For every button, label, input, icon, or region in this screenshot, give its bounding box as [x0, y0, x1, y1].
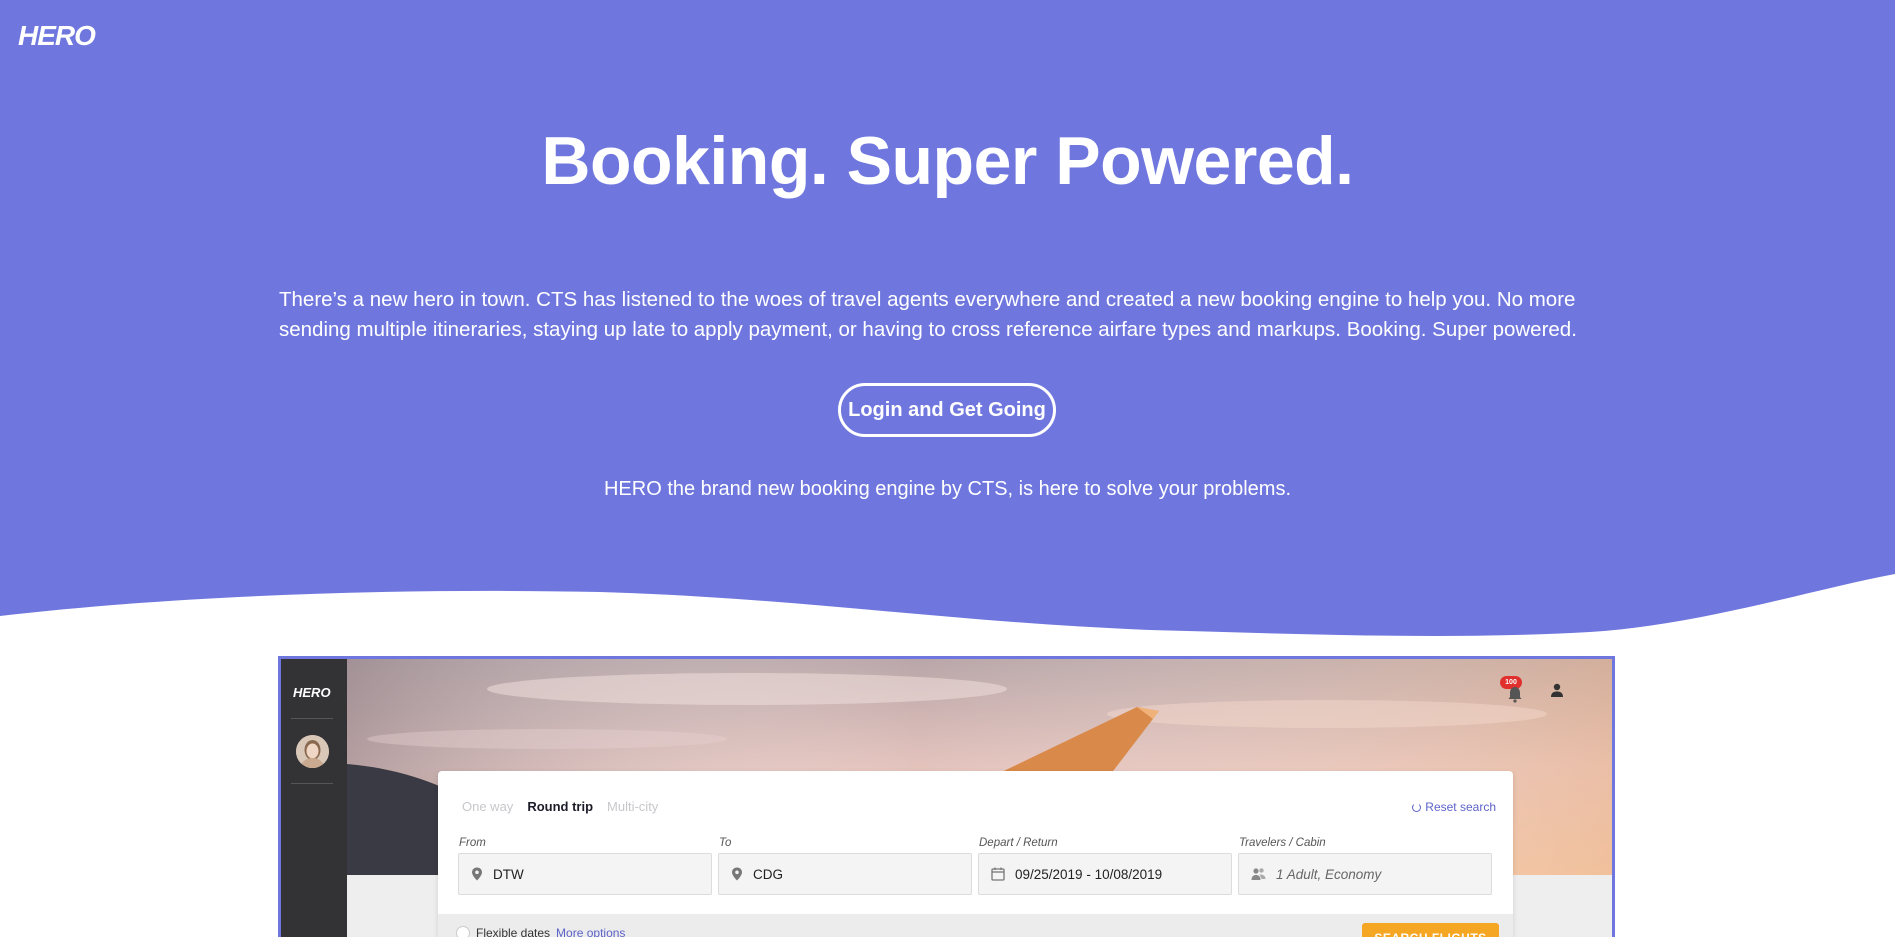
- tab-one-way[interactable]: One way: [462, 799, 513, 814]
- flexible-dates-label: Flexible dates: [476, 926, 551, 937]
- sidebar-divider: [291, 718, 333, 719]
- flight-search-card: One way Round trip Multi-city Reset sear…: [438, 771, 1513, 937]
- from-value: DTW: [493, 866, 524, 882]
- avatar[interactable]: [296, 735, 329, 768]
- bell-icon[interactable]: [1505, 684, 1525, 704]
- tab-round-trip[interactable]: Round trip: [527, 799, 593, 814]
- refresh-icon: [1412, 802, 1422, 812]
- avatar-icon: [296, 735, 329, 768]
- hero-logo[interactable]: HERO: [16, 20, 118, 51]
- calendar-icon: [991, 867, 1005, 881]
- trip-type-tabs: One way Round trip Multi-city: [462, 799, 658, 814]
- to-label: To: [719, 837, 732, 849]
- tab-multi-city[interactable]: Multi-city: [607, 799, 658, 814]
- hero-logo-icon: HERO: [18, 20, 97, 51]
- user-icon[interactable]: [1549, 682, 1565, 698]
- flexible-dates-checkbox[interactable]: [456, 926, 470, 937]
- to-field[interactable]: CDG: [718, 853, 972, 895]
- travelers-icon: [1251, 868, 1266, 880]
- page-headline: Booking. Super Powered.: [541, 123, 1354, 199]
- travelers-label: Travelers / Cabin: [1239, 837, 1326, 849]
- search-flights-button[interactable]: SEARCH FLIGHTS: [1362, 923, 1499, 937]
- reset-search-label: Reset search: [1425, 800, 1496, 814]
- login-button[interactable]: Login and Get Going: [838, 383, 1056, 437]
- hero-logo-text: HERO: [18, 20, 96, 50]
- reset-search-link[interactable]: Reset search: [1412, 800, 1496, 814]
- dates-field[interactable]: 09/25/2019 - 10/08/2019: [978, 853, 1232, 895]
- dates-value: 09/25/2019 - 10/08/2019: [1015, 866, 1163, 882]
- more-options-link[interactable]: More options: [556, 926, 625, 937]
- to-value: CDG: [753, 866, 783, 882]
- preview-sidebar-logo[interactable]: HERO: [293, 685, 331, 700]
- from-field[interactable]: DTW: [458, 853, 712, 895]
- sidebar-divider: [291, 783, 333, 784]
- travelers-placeholder: 1 Adult, Economy: [1276, 866, 1382, 882]
- tagline: HERO the brand new booking engine by CTS…: [603, 478, 1292, 500]
- preview-sidebar: HERO: [281, 659, 347, 937]
- flexible-dates-row: Flexible dates More options: [456, 926, 625, 937]
- from-label: From: [459, 837, 486, 849]
- travelers-field[interactable]: 1 Adult, Economy: [1238, 853, 1492, 895]
- app-preview: HERO 100 One way Round trip Multi-city R…: [278, 656, 1615, 937]
- dates-label: Depart / Return: [979, 837, 1058, 849]
- intro-paragraph: There’s a new hero in town. CTS has list…: [279, 288, 1577, 341]
- location-pin-icon: [732, 867, 742, 881]
- location-pin-icon: [472, 867, 482, 881]
